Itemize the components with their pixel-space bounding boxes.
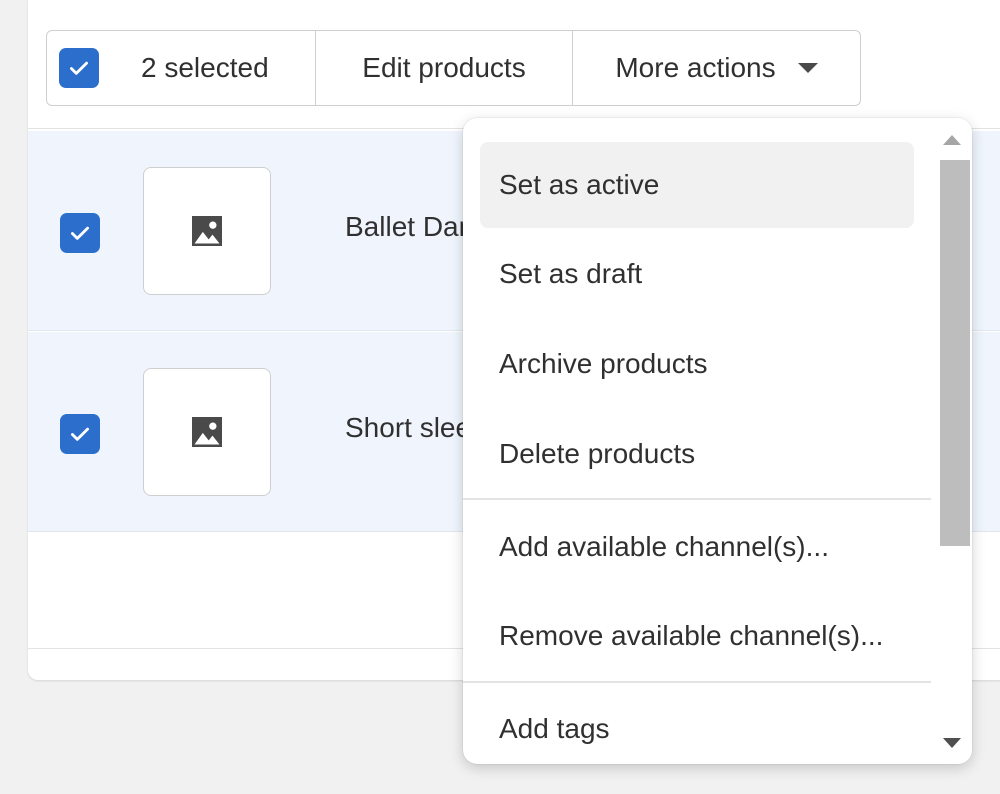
menu-item-delete-products[interactable]: Delete products bbox=[480, 411, 914, 497]
edit-products-button[interactable]: Edit products bbox=[316, 31, 573, 105]
bulk-actions-bar: 2 selected Edit products More actions bbox=[46, 30, 861, 106]
more-actions-label: More actions bbox=[615, 52, 776, 83]
menu-separator bbox=[463, 681, 931, 683]
scroll-up-arrow-icon[interactable] bbox=[943, 135, 961, 145]
caret-down-icon bbox=[797, 63, 818, 73]
select-all-toggle[interactable]: 2 selected bbox=[47, 31, 316, 105]
image-placeholder-icon bbox=[192, 417, 222, 447]
row-checkbox[interactable] bbox=[60, 213, 100, 253]
scrollbar-thumb[interactable] bbox=[940, 160, 970, 546]
checkmark-icon bbox=[70, 61, 88, 75]
selected-count: 2 selected bbox=[141, 52, 269, 83]
menu-scrollbar[interactable] bbox=[933, 118, 972, 764]
more-actions-menu: Set as active Set as draft Archive produ… bbox=[463, 118, 972, 764]
product-thumbnail[interactable] bbox=[143, 368, 271, 496]
image-placeholder-icon bbox=[192, 216, 222, 246]
edit-products-label: Edit products bbox=[362, 52, 526, 83]
more-actions-button[interactable]: More actions bbox=[573, 31, 860, 105]
row-checkbox[interactable] bbox=[60, 414, 100, 454]
menu-item-add-tags[interactable]: Add tags bbox=[480, 686, 914, 764]
menu-item-set-active[interactable]: Set as active bbox=[480, 142, 914, 228]
menu-separator bbox=[463, 498, 931, 500]
product-thumbnail[interactable] bbox=[143, 167, 271, 295]
checkmark-icon bbox=[71, 226, 89, 240]
menu-item-archive-products[interactable]: Archive products bbox=[480, 321, 914, 407]
menu-item-add-channels[interactable]: Add available channel(s)... bbox=[480, 504, 914, 590]
checkmark-icon bbox=[71, 427, 89, 441]
select-all-checkbox[interactable] bbox=[59, 48, 99, 88]
menu-item-set-draft[interactable]: Set as draft bbox=[480, 231, 914, 317]
scroll-down-arrow-icon[interactable] bbox=[943, 738, 961, 748]
menu-item-remove-channels[interactable]: Remove available channel(s)... bbox=[480, 593, 914, 679]
